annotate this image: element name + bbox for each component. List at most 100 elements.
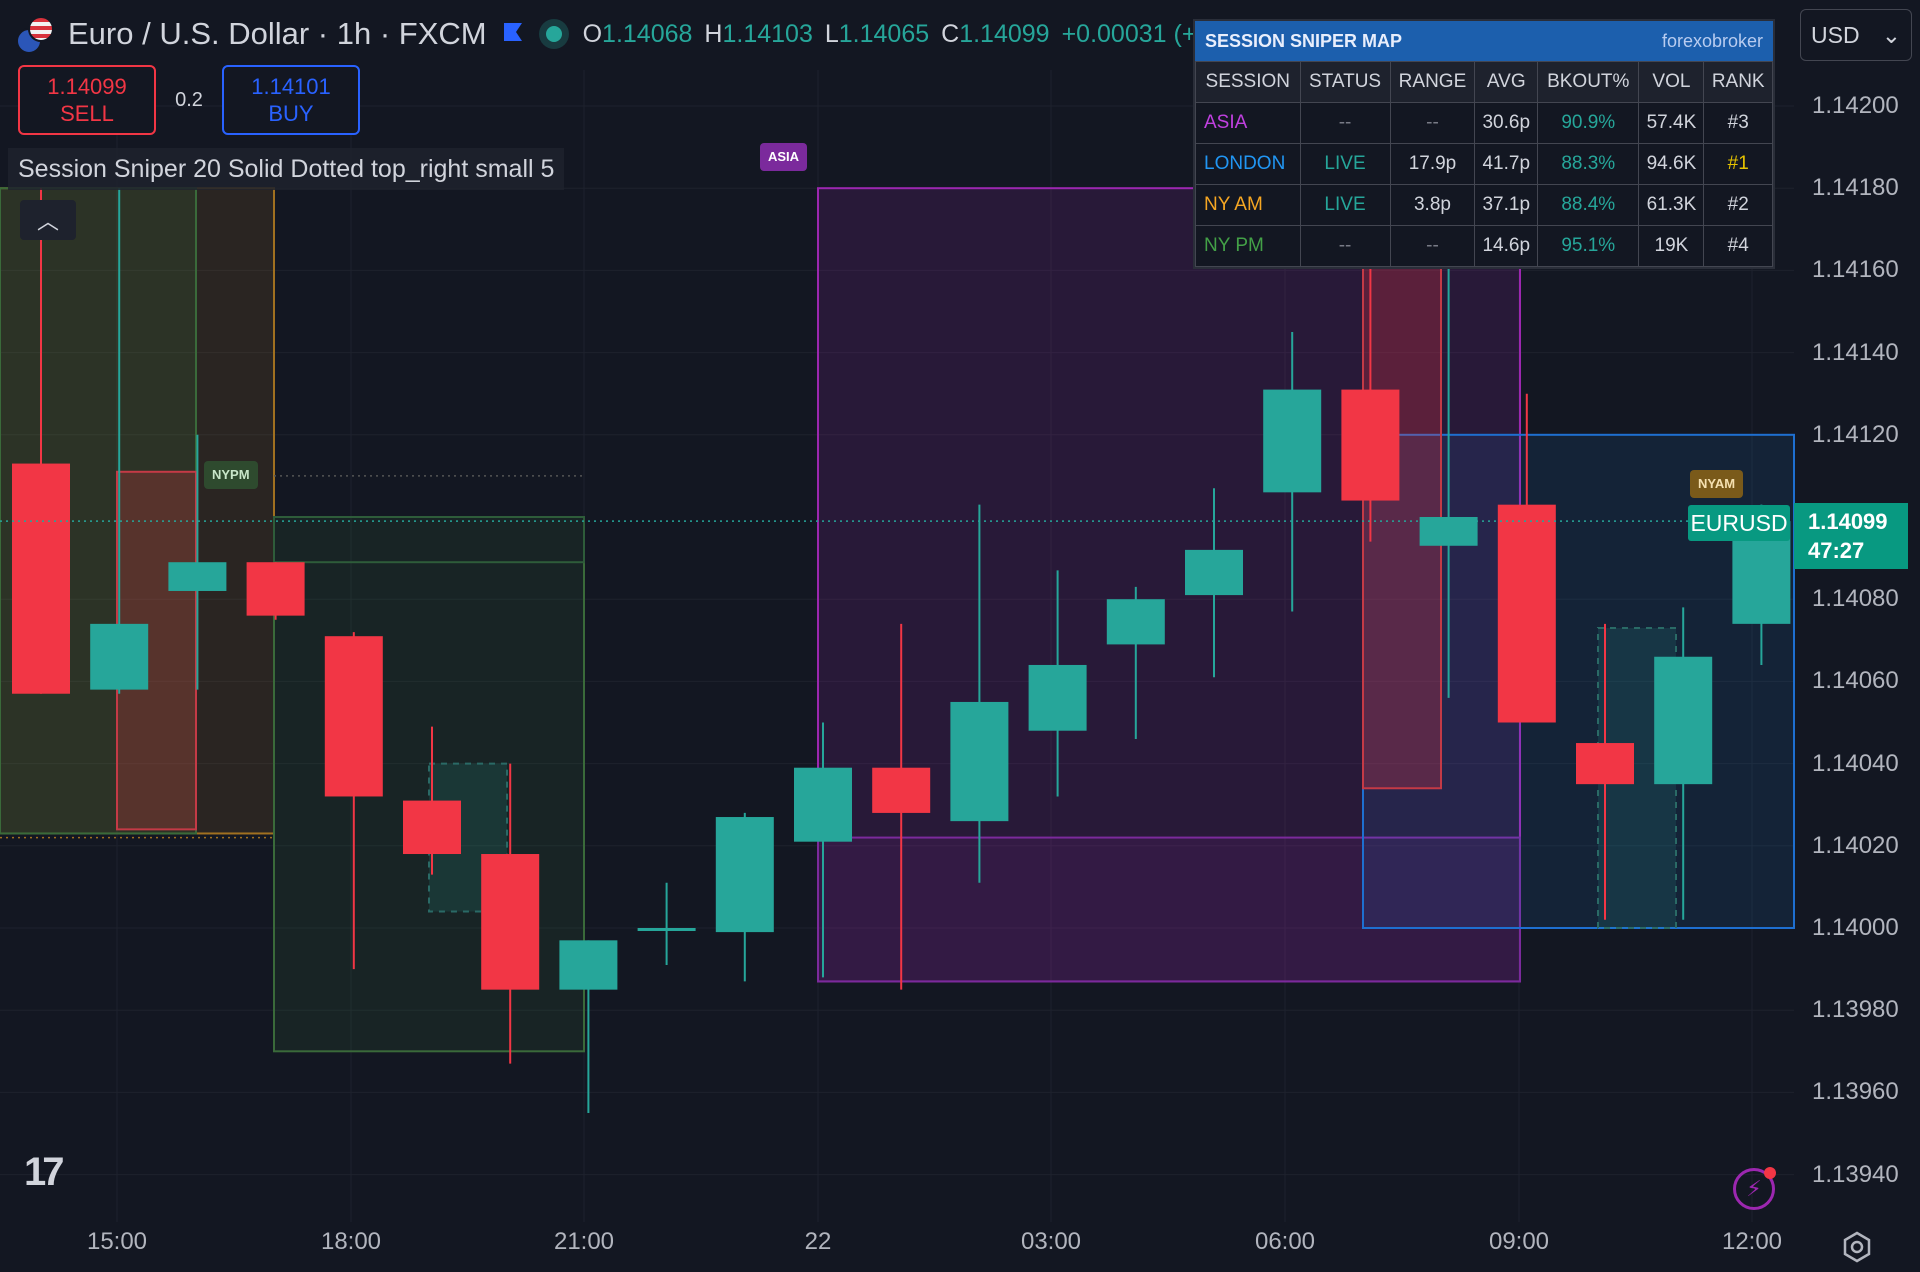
buy-label: BUY xyxy=(268,101,314,126)
price-tick: 1.14200 xyxy=(1812,92,1899,119)
sell-button[interactable]: 1.14099 SELL xyxy=(18,65,156,135)
tradingview-logo[interactable]: 17 xyxy=(24,1150,64,1195)
price-tick: 1.13980 xyxy=(1812,996,1899,1024)
chevron-down-icon: ⌄ xyxy=(1881,21,1901,48)
candle-body xyxy=(1497,504,1556,723)
nyam-session-label: NYAM xyxy=(1690,470,1744,498)
sell-price: 1.14099 xyxy=(47,73,127,99)
table-cell-bkout: 95.1% xyxy=(1537,225,1640,267)
time-tick: 09:00 xyxy=(1488,1228,1550,1255)
spread-value: 0.2 xyxy=(175,88,203,111)
last-price: 1.14099 xyxy=(1808,509,1888,534)
table-cell-range: -- xyxy=(1389,102,1476,144)
candle-body xyxy=(12,463,70,694)
candle-body xyxy=(715,817,774,933)
table-cell-status: LIVE xyxy=(1299,143,1391,185)
table-cell-avg: 30.6p xyxy=(1474,102,1539,144)
table-title-bar: SESSION SNIPER MAP forexobroker xyxy=(1195,21,1773,61)
candle-body xyxy=(637,928,696,931)
table-row: NY AM LIVE 3.8p 37.1p 88.4% 61.3K #2 xyxy=(1195,184,1773,226)
price-tick: 1.14080 xyxy=(1812,585,1899,613)
price-tick: 1.14000 xyxy=(1812,914,1899,941)
table-header-cell: RANGE xyxy=(1389,61,1476,103)
price-tick: 1.14180 xyxy=(1812,174,1899,202)
table-cell-vol: 57.4K xyxy=(1638,102,1705,144)
price-axis[interactable]: 1.14200 1.14180 1.14160 1.14140 1.14120 1.140… xyxy=(1794,0,1920,1222)
candle-body xyxy=(1106,599,1165,645)
ohlc-values: O1.14068 H1.14103 L1.14065 C1.14099 +0.0… xyxy=(582,19,1276,48)
time-tick: 06:00 xyxy=(1254,1228,1316,1255)
time-tick: 15:00 xyxy=(86,1228,148,1255)
table-cell-range: 3.8p xyxy=(1389,184,1476,226)
table-header-cell: SESSION xyxy=(1195,61,1301,103)
last-price-tag: 1.14099 47:27 xyxy=(1794,503,1908,569)
settings-icon[interactable] xyxy=(1840,1230,1874,1264)
buy-button[interactable]: 1.14101 BUY xyxy=(222,65,360,135)
table-cell-range: 17.9p xyxy=(1389,143,1476,185)
table-header-cell: STATUS xyxy=(1299,61,1391,103)
table-row: NY PM -- -- 14.6p 95.1% 19K #4 xyxy=(1195,225,1773,267)
time-tick: 22 xyxy=(804,1228,832,1255)
close-value: 1.14099 xyxy=(959,19,1050,48)
price-tick: 1.14020 xyxy=(1812,831,1899,859)
candle-body xyxy=(168,562,227,591)
symbol-title[interactable]: Euro / U.S. Dollar · 1h · FXCM xyxy=(68,16,487,52)
price-tick: 1.13940 xyxy=(1812,1160,1899,1188)
table-header-row: SESSION STATUS RANGE AVG BKOUT% VOL RANK xyxy=(1195,61,1773,103)
table-cell-status: -- xyxy=(1299,225,1391,267)
candle-body xyxy=(246,562,305,616)
table-cell-session: ASIA xyxy=(1195,102,1301,144)
price-tick: 1.14120 xyxy=(1812,420,1899,448)
price-tick: 1.14060 xyxy=(1812,667,1899,695)
table-cell-bkout: 90.9% xyxy=(1537,102,1640,144)
asia-session-label: ASIA xyxy=(760,143,808,171)
table-cell-rank: #4 xyxy=(1703,225,1773,267)
table-header-cell: VOL xyxy=(1638,61,1705,103)
symbol-header: Euro / U.S. Dollar · 1h · FXCM O1.14068 … xyxy=(14,10,1276,58)
nypm-session-label: NYPM xyxy=(204,461,258,489)
table-row: ASIA -- -- 30.6p 90.9% 57.4K #3 xyxy=(1195,102,1773,144)
candle-body xyxy=(794,767,852,842)
time-tick: 03:00 xyxy=(1020,1228,1082,1255)
table-cell-status: -- xyxy=(1299,102,1391,144)
high-value: 1.14103 xyxy=(722,19,813,48)
candle-body xyxy=(481,854,540,990)
candle-body xyxy=(559,940,618,990)
table-cell-avg: 37.1p xyxy=(1474,184,1539,226)
open-value: 1.14068 xyxy=(602,19,693,48)
time-tick: 21:00 xyxy=(553,1228,615,1255)
table-cell-rank: #2 xyxy=(1703,184,1773,226)
table-title: SESSION SNIPER MAP xyxy=(1205,30,1403,51)
table-header-cell: RANK xyxy=(1703,61,1773,103)
price-tick: 1.14140 xyxy=(1812,338,1899,366)
low-value: 1.14065 xyxy=(838,19,930,48)
table-cell-bkout: 88.4% xyxy=(1537,184,1640,226)
currency-value: USD xyxy=(1811,21,1860,48)
price-tick: 1.14040 xyxy=(1812,749,1899,777)
lightning-icon[interactable]: ⚡ xyxy=(1733,1167,1776,1210)
flag-icon[interactable] xyxy=(501,21,525,47)
candle-body xyxy=(1654,656,1713,785)
candle-body xyxy=(1185,549,1243,596)
collapse-legend-button[interactable]: ︿ xyxy=(20,200,76,240)
candle-body xyxy=(872,767,931,813)
eurusd-flag-icon xyxy=(14,14,54,54)
table-cell-bkout: 88.3% xyxy=(1537,143,1640,185)
indicator-legend[interactable]: Session Sniper 20 Solid Dotted top_right… xyxy=(8,148,565,190)
table-cell-status: LIVE xyxy=(1299,184,1391,226)
price-tick: 1.14160 xyxy=(1812,256,1899,284)
table-cell-vol: 19K xyxy=(1638,225,1705,267)
market-open-icon xyxy=(538,19,569,49)
table-brand: forexobroker xyxy=(1661,30,1763,51)
time-tick: 12:00 xyxy=(1721,1228,1783,1255)
candle-body xyxy=(324,636,383,797)
candle-body xyxy=(950,701,1009,822)
table-cell-vol: 94.6K xyxy=(1638,143,1705,185)
table-cell-range: -- xyxy=(1389,225,1476,267)
table-cell-avg: 41.7p xyxy=(1474,143,1539,185)
table-row: LONDON LIVE 17.9p 41.7p 88.3% 94.6K #1 xyxy=(1195,143,1773,185)
currency-select[interactable]: USD ⌄ xyxy=(1800,9,1912,61)
symbol-price-tag: EURUSD xyxy=(1688,505,1790,541)
table-cell-rank: #3 xyxy=(1703,102,1773,144)
session-sniper-table: SESSION SNIPER MAP forexobroker SESSION S… xyxy=(1193,19,1775,269)
